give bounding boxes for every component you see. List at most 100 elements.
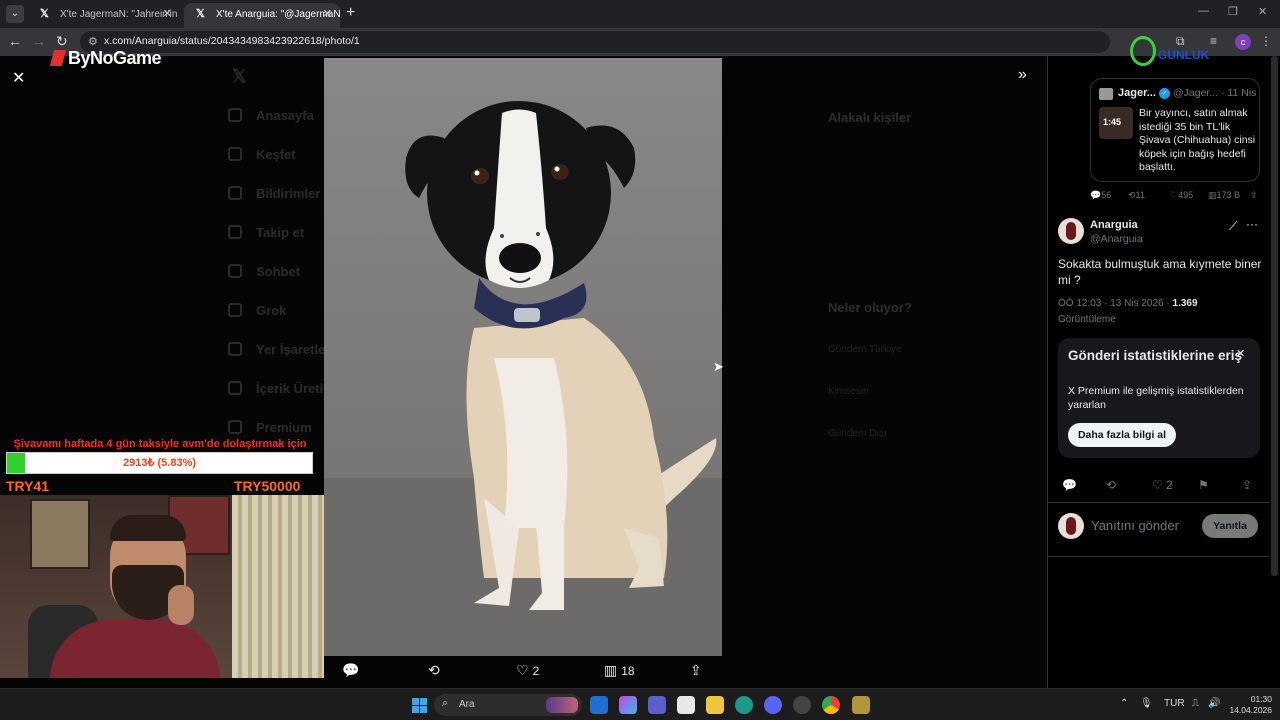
nav-item: Anasayfa <box>256 108 314 123</box>
quoted-author-handle: @Jager... · 11 Nis <box>1173 87 1257 99</box>
tweet-text: Sokakta bulmuştuk ama kıymete biner mi ? <box>1058 257 1262 287</box>
streamer-webcam <box>0 495 324 678</box>
league-icon[interactable] <box>852 696 870 714</box>
close-tab-icon[interactable]: ✕ <box>323 3 332 26</box>
discord-icon[interactable] <box>764 696 782 714</box>
trends-heading: Neler oluyor? <box>828 300 912 315</box>
more-options-icon[interactable]: ··· <box>1246 217 1258 231</box>
edge-icon[interactable] <box>735 696 753 714</box>
like-count: 2 <box>532 664 540 678</box>
scrollbar[interactable] <box>1271 56 1278 576</box>
search-label: Ara <box>459 699 475 710</box>
taskbar-search[interactable]: ⌕ Ara <box>434 694 582 716</box>
author-handle[interactable]: @Anarguia <box>1090 233 1143 245</box>
donation-goal-progress: 2913₺ (5.83%) <box>122 457 197 469</box>
brand-mark-icon <box>49 50 67 66</box>
app-icon[interactable] <box>793 696 811 714</box>
reply-count[interactable]: 💬 56 <box>1090 190 1111 201</box>
divider <box>1047 556 1269 557</box>
share-icon[interactable]: ⇪ <box>1250 190 1258 201</box>
close-tab-icon[interactable]: ✕ <box>163 3 172 26</box>
repost-count[interactable]: ⟲ 11 <box>1128 190 1145 201</box>
view-count: 1.369 <box>1172 298 1198 309</box>
close-window-icon[interactable]: ✕ <box>1258 5 1267 18</box>
reply-button[interactable]: Yanıtla <box>1202 514 1258 538</box>
close-icon[interactable]: ✕ <box>12 68 25 88</box>
views-icon: ▥ <box>604 662 618 678</box>
teams-icon[interactable] <box>648 696 666 714</box>
site-info-icon[interactable]: ⚙ <box>88 35 98 48</box>
tab-jagerman[interactable]: 𝕏 X'te JagermaN: "Jahrein'in yay ✕ <box>28 3 180 28</box>
stream-brand-logo: ByNoGame <box>49 48 162 69</box>
bookmark-icon[interactable]: ⚑ <box>1198 478 1209 492</box>
reply-icon[interactable]: 💬 <box>1062 478 1077 492</box>
trend-item: Kimsesin <box>828 386 869 397</box>
dog-illustration <box>324 101 722 656</box>
views-count[interactable]: ▥ 173 B <box>1208 190 1240 201</box>
share-icon[interactable]: ⇪ <box>1242 478 1252 492</box>
donation-goal-max: TRY50000 <box>234 478 301 494</box>
like-button[interactable]: ♡ 2 <box>516 662 539 679</box>
copilot-icon[interactable] <box>619 696 637 714</box>
minimize-icon[interactable]: — <box>1198 5 1209 17</box>
back-icon[interactable]: ← <box>8 33 22 49</box>
watermark-text: GUNLUK <box>1158 48 1210 62</box>
grok-icon <box>228 303 242 317</box>
tweet-timestamp: ÖÖ 12:03 · 13 Nis 2026 · 1.369 <box>1058 298 1198 309</box>
photo-action-bar: 💬 ⟲ ♡ 2 ▥ 18 ⇪ <box>324 660 722 684</box>
store-icon[interactable] <box>677 696 695 714</box>
reply-input[interactable]: Yanıtını gönder <box>1091 518 1179 533</box>
watermark-mascot-icon <box>1130 36 1156 66</box>
video-duration: 1:45 <box>1103 117 1122 127</box>
repost-icon[interactable]: ⟲ <box>1106 478 1116 492</box>
views-button[interactable]: ▥ 18 <box>604 662 635 679</box>
chrome-icon[interactable] <box>822 696 840 714</box>
taskview-icon[interactable] <box>590 696 608 714</box>
author-name[interactable]: Anarguia <box>1090 219 1138 231</box>
taskbar-clock[interactable]: 01:30 14.04.2026 <box>1228 694 1272 716</box>
share-icon[interactable]: ⇪ <box>690 662 706 679</box>
search-highlight-image <box>546 697 578 713</box>
clock-date: 14.04.2026 <box>1229 705 1272 715</box>
tweet-photo[interactable] <box>324 58 722 656</box>
like-button[interactable]: ♡ 2 <box>1152 478 1173 492</box>
network-icon[interactable]: ⎍ <box>1192 698 1199 709</box>
maximize-icon[interactable]: ❐ <box>1228 5 1238 18</box>
screen: ⌄ 𝕏 X'te JagermaN: "Jahrein'in yay ✕ 𝕏 X… <box>0 0 1280 720</box>
quoted-tweet-text: Bir yayıncı, satın almak istediği 35 bin… <box>1139 107 1256 173</box>
donation-goal-title: Şivavamı haftada 4 gün taksiyle avm'de d… <box>13 438 307 450</box>
avatar[interactable] <box>1058 218 1084 244</box>
nav-item: Grok <box>256 303 287 318</box>
menu-icon[interactable]: ⋮ <box>1260 34 1272 48</box>
bell-icon <box>228 186 242 200</box>
start-menu-icon[interactable] <box>412 698 427 713</box>
mouse-cursor-icon: ➤ <box>713 359 724 374</box>
like-count: 2 <box>1166 478 1173 492</box>
tab-anarguia[interactable]: 𝕏 X'te Anarguia: "@JagermaNz S ✕ <box>184 3 340 28</box>
premium-card-text: X Premium ile gelişmiş istatistiklerden … <box>1068 385 1244 411</box>
address-bar[interactable]: ⚙ x.com/Anarguia/status/2043434983423922… <box>80 31 1110 53</box>
trend-item: Gündem Dışı <box>828 428 887 439</box>
forward-icon[interactable]: → <box>32 33 46 49</box>
views-count: 18 <box>621 664 635 678</box>
file-explorer-icon[interactable] <box>706 696 724 714</box>
learn-more-button[interactable]: Daha fazla bilgi al <box>1068 423 1176 447</box>
tab-search-icon[interactable]: ⌄ <box>6 5 24 23</box>
x-home-logo-icon: 𝕏 <box>232 66 247 86</box>
quoted-author-name: Jager... <box>1118 87 1156 99</box>
brand-name: ByNoGame <box>68 48 162 68</box>
like-count[interactable]: ♡ 495 <box>1170 190 1193 201</box>
repost-icon[interactable]: ⟲ <box>428 662 444 679</box>
expand-panel-icon[interactable]: » <box>1018 66 1027 84</box>
tray-overflow-icon[interactable]: ⌃ <box>1120 698 1128 709</box>
streamer-hair <box>110 515 186 541</box>
grok-icon[interactable]: ⟋ <box>1229 219 1237 234</box>
browser-toolbar: ← → ↻ ⚙ x.com/Anarguia/status/2043434983… <box>0 28 1280 56</box>
reply-icon[interactable]: 💬 <box>342 662 363 679</box>
volume-icon[interactable]: 🔊 <box>1208 698 1220 709</box>
close-icon[interactable]: ✕ <box>1236 347 1245 360</box>
new-tab-icon[interactable]: + <box>346 4 355 22</box>
microphone-icon[interactable]: 🎙 <box>1140 698 1153 709</box>
language-indicator[interactable]: TUR <box>1164 698 1185 709</box>
quoted-tweet[interactable]: Jager... ✓ @Jager... · 11 Nis 1:45 Bir y… <box>1090 78 1260 182</box>
